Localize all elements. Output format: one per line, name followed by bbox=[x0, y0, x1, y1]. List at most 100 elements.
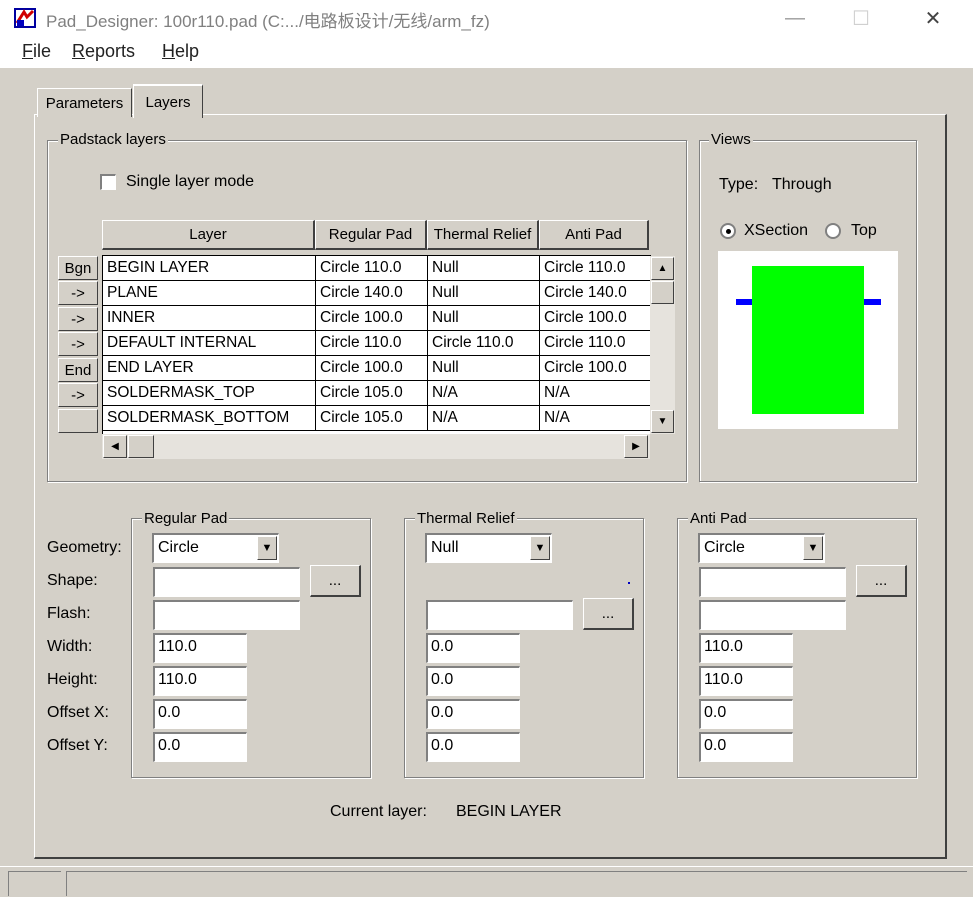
layer-grid: BEGIN LAYER Circle 110.0 Null Circle 110… bbox=[102, 255, 651, 434]
thermal-offset-y-input[interactable]: 0.0 bbox=[426, 732, 520, 762]
scroll-down-icon[interactable]: ▼ bbox=[651, 410, 674, 433]
scroll-left-icon[interactable]: ◀ bbox=[103, 435, 127, 458]
top-radio[interactable] bbox=[825, 223, 841, 239]
regular-offset-x-input[interactable]: 0.0 bbox=[153, 699, 247, 729]
row-button-arrow[interactable]: -> bbox=[58, 281, 98, 305]
cell-thermal-relief[interactable]: Null bbox=[428, 281, 540, 306]
column-header-anti-pad[interactable]: Anti Pad bbox=[539, 220, 649, 250]
cell-anti-pad[interactable]: N/A bbox=[540, 381, 651, 406]
menu-file[interactable]: File bbox=[22, 41, 51, 62]
anti-flash-input[interactable] bbox=[699, 600, 846, 630]
scroll-right-icon[interactable]: ▶ bbox=[624, 435, 648, 458]
xsection-radio[interactable] bbox=[720, 223, 736, 239]
thermal-geometry-select[interactable]: Null ▼ bbox=[425, 533, 552, 563]
regular-height-input[interactable]: 110.0 bbox=[153, 666, 247, 696]
thermal-relief-label: Thermal Relief bbox=[415, 510, 517, 527]
chevron-down-icon: ▼ bbox=[257, 536, 277, 560]
cell-regular-pad[interactable]: Circle 100.0 bbox=[316, 356, 428, 381]
geometry-label: Geometry: bbox=[47, 539, 122, 556]
cell-layer[interactable]: BEGIN LAYER bbox=[103, 256, 316, 281]
menu-reports[interactable]: Reports bbox=[72, 41, 135, 62]
row-button-arrow[interactable]: -> bbox=[58, 332, 98, 356]
cell-thermal-relief[interactable]: Circle 110.0 bbox=[428, 331, 540, 356]
anti-width-input[interactable]: 110.0 bbox=[699, 633, 793, 663]
row-button-arrow[interactable]: -> bbox=[58, 307, 98, 331]
cell-layer[interactable]: SOLDERMASK_TOP bbox=[103, 381, 316, 406]
cell-anti-pad[interactable]: Circle 110.0 bbox=[540, 331, 651, 356]
cell-thermal-relief[interactable]: N/A bbox=[428, 381, 540, 406]
cell-regular-pad[interactable]: Circle 110.0 bbox=[316, 331, 428, 356]
cell-regular-pad[interactable]: Circle 110.0 bbox=[316, 256, 428, 281]
row-button-blank[interactable] bbox=[58, 409, 98, 433]
type-label: Type: bbox=[719, 176, 759, 193]
vertical-scrollbar[interactable]: ▲ ▼ bbox=[650, 256, 675, 434]
flash-label: Flash: bbox=[47, 605, 91, 622]
scroll-thumb[interactable] bbox=[651, 281, 674, 304]
scroll-up-icon[interactable]: ▲ bbox=[651, 257, 674, 280]
cell-regular-pad[interactable]: Circle 105.0 bbox=[316, 406, 428, 431]
single-layer-mode-label: Single layer mode bbox=[126, 173, 255, 190]
xsection-radio-label: XSection bbox=[744, 222, 809, 239]
regular-shape-browse-button[interactable]: ... bbox=[310, 565, 361, 597]
cell-layer[interactable]: PLANE bbox=[103, 281, 316, 306]
cell-regular-pad[interactable]: Circle 140.0 bbox=[316, 281, 428, 306]
regular-offset-y-input[interactable]: 0.0 bbox=[153, 732, 247, 762]
column-header-thermal-relief[interactable]: Thermal Relief bbox=[427, 220, 539, 250]
maximize-button[interactable]: ☐ bbox=[838, 0, 884, 36]
regular-shape-input[interactable] bbox=[153, 567, 300, 597]
cell-thermal-relief[interactable]: N/A bbox=[428, 406, 540, 431]
horizontal-scrollbar[interactable]: ◀ ▶ bbox=[102, 434, 650, 459]
menu-bar: File Reports Help bbox=[0, 36, 973, 68]
status-pane-1 bbox=[8, 871, 61, 896]
cell-layer[interactable]: SOLDERMASK_BOTTOM bbox=[103, 406, 316, 431]
minimize-button[interactable]: — bbox=[772, 0, 818, 36]
chevron-down-icon: ▼ bbox=[530, 536, 550, 560]
close-button[interactable]: ✕ bbox=[910, 0, 956, 36]
title-bar: Pad_Designer: 100r110.pad (C:.../电路板设计/无… bbox=[0, 0, 973, 36]
thermal-flash-browse-button[interactable]: ... bbox=[583, 598, 634, 630]
app-icon bbox=[14, 8, 36, 28]
regular-geometry-select[interactable]: Circle ▼ bbox=[152, 533, 279, 563]
top-radio-label: Top bbox=[851, 222, 877, 239]
anti-height-input[interactable]: 110.0 bbox=[699, 666, 793, 696]
cell-anti-pad[interactable]: Circle 110.0 bbox=[540, 256, 651, 281]
thermal-width-input[interactable]: 0.0 bbox=[426, 633, 520, 663]
tab-parameters[interactable]: Parameters bbox=[37, 88, 132, 117]
row-button-end[interactable]: End bbox=[58, 358, 98, 382]
cell-layer[interactable]: END LAYER bbox=[103, 356, 316, 381]
minimize-icon: — bbox=[785, 6, 805, 29]
regular-width-input[interactable]: 110.0 bbox=[153, 633, 247, 663]
thermal-offset-x-input[interactable]: 0.0 bbox=[426, 699, 520, 729]
tab-layers[interactable]: Layers bbox=[133, 84, 203, 118]
thermal-height-input[interactable]: 0.0 bbox=[426, 666, 520, 696]
type-value: Through bbox=[772, 176, 832, 193]
cell-anti-pad[interactable]: Circle 100.0 bbox=[540, 306, 651, 331]
cell-regular-pad[interactable]: Circle 100.0 bbox=[316, 306, 428, 331]
cell-thermal-relief[interactable]: Null bbox=[428, 306, 540, 331]
menu-help[interactable]: Help bbox=[162, 41, 199, 62]
window-title: Pad_Designer: 100r110.pad (C:.../电路板设计/无… bbox=[46, 12, 490, 31]
regular-flash-input[interactable] bbox=[153, 600, 300, 630]
cell-regular-pad[interactable]: Circle 105.0 bbox=[316, 381, 428, 406]
cell-layer[interactable]: DEFAULT INTERNAL bbox=[103, 331, 316, 356]
cell-thermal-relief[interactable]: Null bbox=[428, 256, 540, 281]
column-header-regular-pad[interactable]: Regular Pad bbox=[315, 220, 427, 250]
column-header-layer[interactable]: Layer bbox=[102, 220, 315, 250]
shape-label: Shape: bbox=[47, 572, 98, 589]
scroll-thumb[interactable] bbox=[128, 435, 154, 458]
cell-thermal-relief[interactable]: Null bbox=[428, 356, 540, 381]
cell-anti-pad[interactable]: Circle 140.0 bbox=[540, 281, 651, 306]
anti-geometry-select[interactable]: Circle ▼ bbox=[698, 533, 825, 563]
row-button-bgn[interactable]: Bgn bbox=[58, 256, 98, 280]
cell-anti-pad[interactable]: Circle 100.0 bbox=[540, 356, 651, 381]
single-layer-mode-checkbox[interactable] bbox=[100, 174, 116, 190]
offset-y-label: Offset Y: bbox=[47, 737, 108, 754]
thermal-flash-input[interactable] bbox=[426, 600, 573, 630]
row-button-arrow[interactable]: -> bbox=[58, 383, 98, 407]
cell-layer[interactable]: INNER bbox=[103, 306, 316, 331]
anti-offset-x-input[interactable]: 0.0 bbox=[699, 699, 793, 729]
anti-shape-input[interactable] bbox=[699, 567, 846, 597]
cell-anti-pad[interactable]: N/A bbox=[540, 406, 651, 431]
anti-shape-browse-button[interactable]: ... bbox=[856, 565, 907, 597]
anti-offset-y-input[interactable]: 0.0 bbox=[699, 732, 793, 762]
